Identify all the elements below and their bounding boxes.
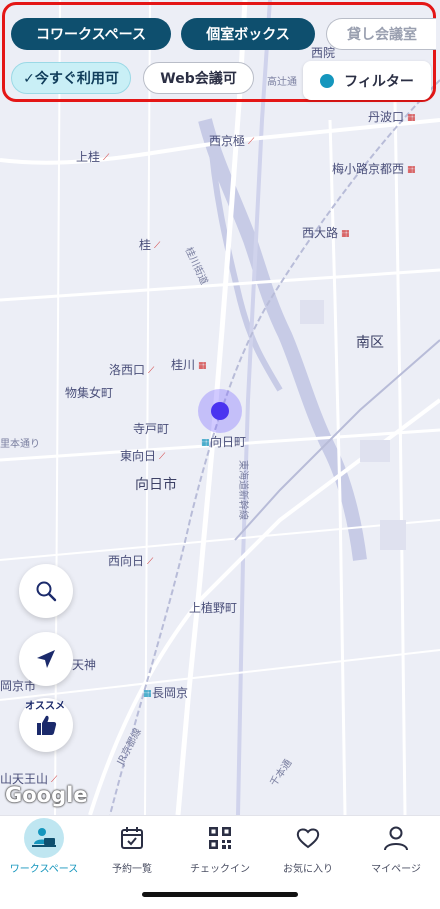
station-name: 洛西口 [109, 363, 146, 377]
map-label-terado: 寺戸町 [133, 422, 170, 436]
map-label-katsuragawa: 桂川 ▦ [171, 356, 207, 373]
jr-station-icon: ▦ [198, 361, 207, 371]
station-name: 桂川 [171, 358, 196, 372]
tab-label: お気に入り [283, 864, 333, 875]
tab-favorites[interactable]: お気に入り [264, 816, 352, 876]
heart-icon [288, 818, 328, 858]
map-label-mozume: 物集女町 [65, 386, 114, 400]
station-name: 向日町 [210, 435, 247, 449]
map-view[interactable]: 西院 高辻通 丹波口 ▦ 上桂 ⟋ 西京極 ⟋ 梅小路京都西 ▦ 西大路 ▦ 桂 ⟋ 桂川街… [0, 0, 440, 815]
map-label-tenjin: 天神 [72, 658, 97, 672]
google-logo: Google [5, 783, 88, 807]
workspace-icon [24, 818, 64, 858]
current-location-marker [211, 402, 229, 420]
station-name: 上桂 [76, 150, 101, 164]
station-name: 西向日 [108, 554, 145, 568]
chip-coworking[interactable]: コワークスペース [11, 18, 171, 50]
chip-available-now[interactable]: ✓今すぐ利用可 [11, 62, 131, 94]
tab-label: ワークスペース [9, 864, 79, 875]
station-name: 桂 [139, 238, 152, 252]
map-label-nishikyogoku: 西京極 ⟋ [209, 132, 257, 149]
navigation-arrow-icon [37, 650, 55, 668]
rail-station-icon: ⟋ [148, 366, 155, 376]
rail-station-icon: ⟋ [103, 153, 110, 163]
map-label-katsura: 桂 ⟋ [139, 236, 163, 253]
thumbs-up-icon [37, 715, 57, 735]
tab-reservations[interactable]: 予約一覧 [88, 816, 176, 876]
station-name: 西京極 [209, 134, 246, 148]
jr-station-icon: ▦ [341, 229, 350, 239]
station-name: 東向日 [120, 449, 157, 463]
map-label-kamiueno: 上植野町 [189, 601, 238, 615]
rail-station-icon: ⟋ [248, 137, 255, 147]
map-label-kamikatsura: 上桂 ⟋ [76, 148, 112, 165]
map-label-tokaido: 東海道新幹線 [237, 460, 248, 520]
map-label-nishioji: 西大路 ▦ [302, 224, 350, 241]
chip-private-booth[interactable]: 個室ボックス [181, 18, 315, 50]
station-name: 長岡京 [152, 686, 189, 700]
tab-mypage[interactable]: マイページ [352, 816, 440, 876]
home-indicator [142, 892, 298, 897]
tab-checkin[interactable]: チェックイン [176, 816, 264, 876]
map-label-nishimuko: 西向日 ⟋ [108, 552, 156, 569]
station-name: 丹波口 [368, 110, 405, 124]
jr-station-icon: ▦ [201, 438, 210, 448]
map-label-nagaokakyo: ▦長岡京 [140, 684, 188, 701]
search-button[interactable] [19, 564, 73, 618]
map-label-sakamoto: 里本通り [0, 439, 40, 450]
filter-dot-icon [320, 73, 335, 88]
tab-label: マイページ [371, 864, 421, 875]
map-label-minami-ku: 南区 [356, 335, 384, 351]
qr-code-icon [200, 818, 240, 858]
search-icon [36, 581, 57, 602]
tab-label: 予約一覧 [112, 864, 152, 875]
map-label-mukoshi: 向日市 [135, 477, 177, 493]
jr-station-icon: ▦ [407, 113, 416, 123]
tab-label: チェックイン [190, 864, 250, 875]
chip-meeting-room[interactable]: 貸し会議室 [326, 18, 436, 50]
jr-station-icon: ▦ [143, 689, 152, 699]
calendar-check-icon [112, 818, 152, 858]
map-label-rakusaiguchi: 洛西口 ⟋ [109, 361, 157, 378]
rail-station-icon: ⟋ [154, 241, 161, 251]
map-label-tanbaguchi: 丹波口 ▦ [368, 108, 416, 125]
filter-button-label: フィルター [344, 73, 414, 90]
chip-web-meeting[interactable]: Web会議可 [143, 62, 254, 94]
rail-station-icon: ⟋ [147, 557, 154, 567]
recommend-label: オススメ [25, 701, 65, 712]
map-label-higashimuko: 東向日 ⟋ [120, 447, 168, 464]
map-label-umekoji: 梅小路京都西 ▦ [332, 160, 416, 177]
station-name: 梅小路京都西 [332, 162, 405, 176]
filter-button[interactable]: フィルター [303, 61, 431, 100]
station-name: 西大路 [302, 226, 339, 240]
locate-me-button[interactable] [19, 632, 73, 686]
rail-station-icon: ⟋ [159, 452, 166, 462]
jr-station-icon: ▦ [407, 165, 416, 175]
tab-workspace[interactable]: ワークスペース [0, 816, 88, 876]
person-icon [376, 818, 416, 858]
map-label-mukomachi: ▦向日町 [198, 433, 246, 450]
